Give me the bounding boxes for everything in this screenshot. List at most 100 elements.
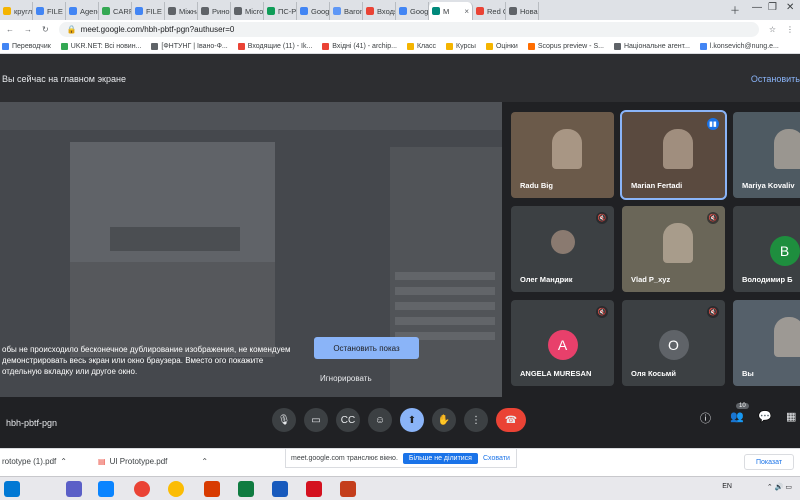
app-icon[interactable] [66, 481, 82, 497]
raise-hand-button[interactable]: ✋ [432, 408, 456, 432]
menu-icon[interactable]: ⋮ [786, 25, 794, 34]
bookmark-item[interactable]: Вхідні (41) - archip... [322, 42, 397, 50]
camera-button[interactable]: ▭ [304, 408, 328, 432]
stop-sharing-button[interactable]: Більше не ділитися [402, 452, 478, 464]
meeting-code: hbh-pbtf-pgn [6, 418, 58, 428]
minimize-button[interactable]: — [752, 2, 762, 13]
stop-presenting-link[interactable]: Остановить [751, 74, 800, 84]
omnibox[interactable]: 🔒 meet.google.com/hbh-pbtf-pgn?authuser=… [58, 22, 759, 37]
tab-label: Agend [80, 6, 98, 16]
browser-tab[interactable]: Google [396, 2, 429, 20]
back-icon[interactable]: ← [6, 25, 14, 34]
tab-label: Google [311, 6, 330, 16]
browser-tab[interactable]: FILE VI [132, 2, 165, 20]
browser-tab[interactable]: CARPA [99, 2, 132, 20]
bookmark-icon [699, 42, 707, 50]
info-icon[interactable]: ⓘ [700, 410, 711, 426]
mic-button[interactable]: 🎙 [272, 408, 296, 432]
browser-tab[interactable]: М × [429, 2, 473, 20]
activities-icon[interactable]: ▦ [786, 410, 796, 423]
participant-tile[interactable]: 🔇 Олег Мандрик [511, 206, 614, 292]
present-button[interactable]: ⬆ [400, 408, 424, 432]
bookmark-item[interactable]: Переводчик [2, 42, 51, 50]
browser-tab[interactable]: Red Gr [473, 2, 506, 20]
browser-tab[interactable]: Ринок [198, 2, 231, 20]
participant-tile[interactable]: 🔇 Vlad P_xyz [622, 206, 725, 292]
browser-tab[interactable]: Barom [330, 2, 363, 20]
presenting-banner: Вы сейчас на главном экране Остановить [0, 54, 800, 102]
download-item-1[interactable]: rototype (1).pdf ⌃ [2, 457, 67, 466]
emoji-button[interactable]: ☺ [368, 408, 392, 432]
tab-strip: кругл FILE VI Agend CARPA FILE VI Міжна Ринок M… [0, 0, 800, 20]
tab-label: FILE VI [146, 6, 164, 16]
browser-tab[interactable]: Google [297, 2, 330, 20]
maximize-button[interactable]: ❐ [768, 2, 777, 13]
bookmark-item[interactable]: Оцінки [485, 42, 518, 50]
pdf-icon: ▤ [98, 457, 106, 466]
tab-label: Міжна [179, 6, 197, 16]
browser-tab[interactable]: Micro [231, 2, 264, 20]
mic-off-icon: 🔇 [707, 306, 719, 318]
participant-tile[interactable]: Вы [733, 300, 800, 386]
browser-tab[interactable]: ПС-Ро [264, 2, 297, 20]
browser-tab[interactable]: Міжна [165, 2, 198, 20]
app-icon[interactable] [204, 481, 220, 497]
tray-icons[interactable]: ⌃ 🔊 ▭ [767, 483, 792, 491]
browser-tab[interactable]: FILE VI [33, 2, 66, 20]
chrome-icon[interactable] [134, 481, 150, 497]
participant-tile[interactable]: Radu Big [511, 112, 614, 198]
participant-tile[interactable]: A 🔇 ANGELA MURESAN [511, 300, 614, 386]
taskbar: EN ⌃ 🔊 ▭ [0, 476, 800, 500]
chat-icon[interactable]: 💬 [758, 410, 772, 423]
reload-icon[interactable]: ↻ [42, 25, 49, 34]
word-icon[interactable] [272, 481, 288, 497]
close-tab-icon[interactable]: × [464, 7, 469, 16]
participant-video [774, 129, 800, 170]
favicon-icon [300, 7, 308, 15]
participant-tile[interactable]: О 🔇 Оля Косьмй [622, 300, 725, 386]
bookmark-item[interactable]: Scopus preview - S... [527, 42, 604, 50]
bookmark-item[interactable]: Національне агент... [613, 42, 690, 50]
star-icon[interactable]: ☆ [769, 25, 776, 34]
favicon-icon [168, 7, 176, 15]
bookmark-label: Вхідні (41) - archip... [332, 42, 397, 50]
new-tab-button[interactable]: ＋ [730, 2, 740, 17]
bookmark-item[interactable]: Входящие (11) - Ik... [237, 42, 312, 50]
stop-presenting-button[interactable]: Остановить показ [314, 337, 419, 359]
lock-icon: 🔒 [66, 25, 77, 34]
excel-icon[interactable] [238, 481, 254, 497]
participant-tile[interactable]: ▮▮ Marian Fertadi [620, 110, 727, 200]
close-window-button[interactable]: ✕ [786, 2, 794, 13]
show-all-button[interactable]: Показат [744, 454, 794, 470]
browser-tab[interactable]: Входя [363, 2, 396, 20]
more-options-button[interactable]: ⋮ [464, 408, 488, 432]
powerpoint-icon[interactable] [340, 481, 356, 497]
people-icon[interactable]: 👥 [730, 410, 744, 423]
download-item-2[interactable]: ▤ UI Prototype.pdf ⌃ [98, 457, 208, 466]
start-icon[interactable] [4, 481, 20, 497]
tab-label: CARPA [113, 6, 131, 16]
browser-tab[interactable]: кругл [0, 2, 33, 20]
language-indicator[interactable]: EN [722, 483, 732, 490]
bookmark-item[interactable]: Курсы [446, 42, 476, 50]
hang-up-button[interactable]: ☎ [496, 408, 526, 432]
ignore-button[interactable]: Игнорировать [320, 374, 372, 383]
forward-icon[interactable]: → [24, 25, 32, 34]
hide-button[interactable]: Сховати [483, 455, 510, 462]
bookmark-item[interactable]: l.konsevich@nung.e... [699, 42, 779, 50]
bookmark-item[interactable]: Класс [406, 42, 436, 50]
bookmark-item[interactable]: [ФНТУНГ | Івано-Ф... [151, 42, 228, 50]
url-text[interactable]: meet.google.com/hbh-pbtf-pgn?authuser=0 [81, 25, 235, 34]
browser-tab[interactable]: Agend [66, 2, 99, 20]
participant-tile[interactable]: Mariya Kovaliv [733, 112, 800, 198]
edge-icon[interactable] [98, 481, 114, 497]
acrobat-icon[interactable] [306, 481, 322, 497]
chevron-up-icon[interactable]: ⌃ [201, 457, 208, 466]
chevron-up-icon[interactable]: ⌃ [60, 457, 67, 466]
bookmark-item[interactable]: UKR.NET: Всі новин... [60, 42, 141, 50]
chrome-icon[interactable] [168, 481, 184, 497]
favicon-icon [102, 7, 110, 15]
browser-tab[interactable]: Нова в [506, 2, 539, 20]
captions-button[interactable]: CC [336, 408, 360, 432]
participant-tile[interactable]: В🔇Володимир Б [733, 206, 800, 292]
